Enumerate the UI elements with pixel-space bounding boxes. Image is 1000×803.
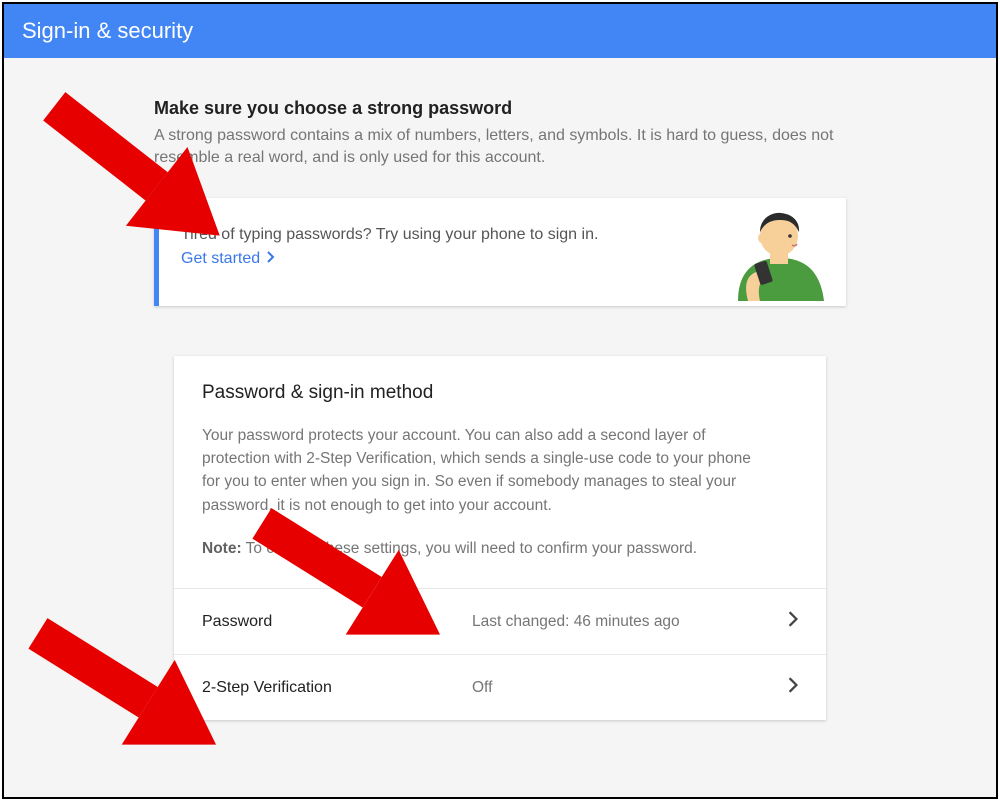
password-value: Last changed: 46 minutes ago [472, 613, 788, 631]
note-text: To change these settings, you will need … [242, 540, 698, 557]
phone-signin-promo-card: Tired of typing passwords? Try using you… [154, 198, 846, 306]
card-note: Note: To change these settings, you will… [202, 537, 798, 560]
intro-description: A strong password contains a mix of numb… [154, 125, 846, 170]
two-step-verification-row[interactable]: 2-Step Verification Off [174, 654, 826, 720]
two-step-label: 2-Step Verification [202, 679, 472, 697]
page-title: Sign-in & security [22, 18, 193, 43]
get-started-label: Get started [181, 250, 260, 268]
chevron-right-icon [788, 677, 798, 698]
password-label: Password [202, 613, 472, 631]
get-started-link[interactable]: Get started [181, 250, 276, 268]
chevron-right-icon [788, 611, 798, 632]
card-title: Password & sign-in method [202, 382, 798, 404]
signin-method-card: Password & sign-in method Your password … [174, 356, 826, 720]
person-phone-illustration-icon [708, 206, 828, 306]
intro-title: Make sure you choose a strong password [154, 98, 846, 119]
note-label: Note: [202, 540, 242, 557]
page-header: Sign-in & security [4, 4, 996, 58]
card-description: Your password protects your account. You… [202, 424, 762, 517]
content-area: Make sure you choose a strong password A… [4, 58, 996, 720]
two-step-value: Off [472, 679, 788, 697]
chevron-right-icon [266, 250, 276, 268]
password-row[interactable]: Password Last changed: 46 minutes ago [174, 588, 826, 654]
